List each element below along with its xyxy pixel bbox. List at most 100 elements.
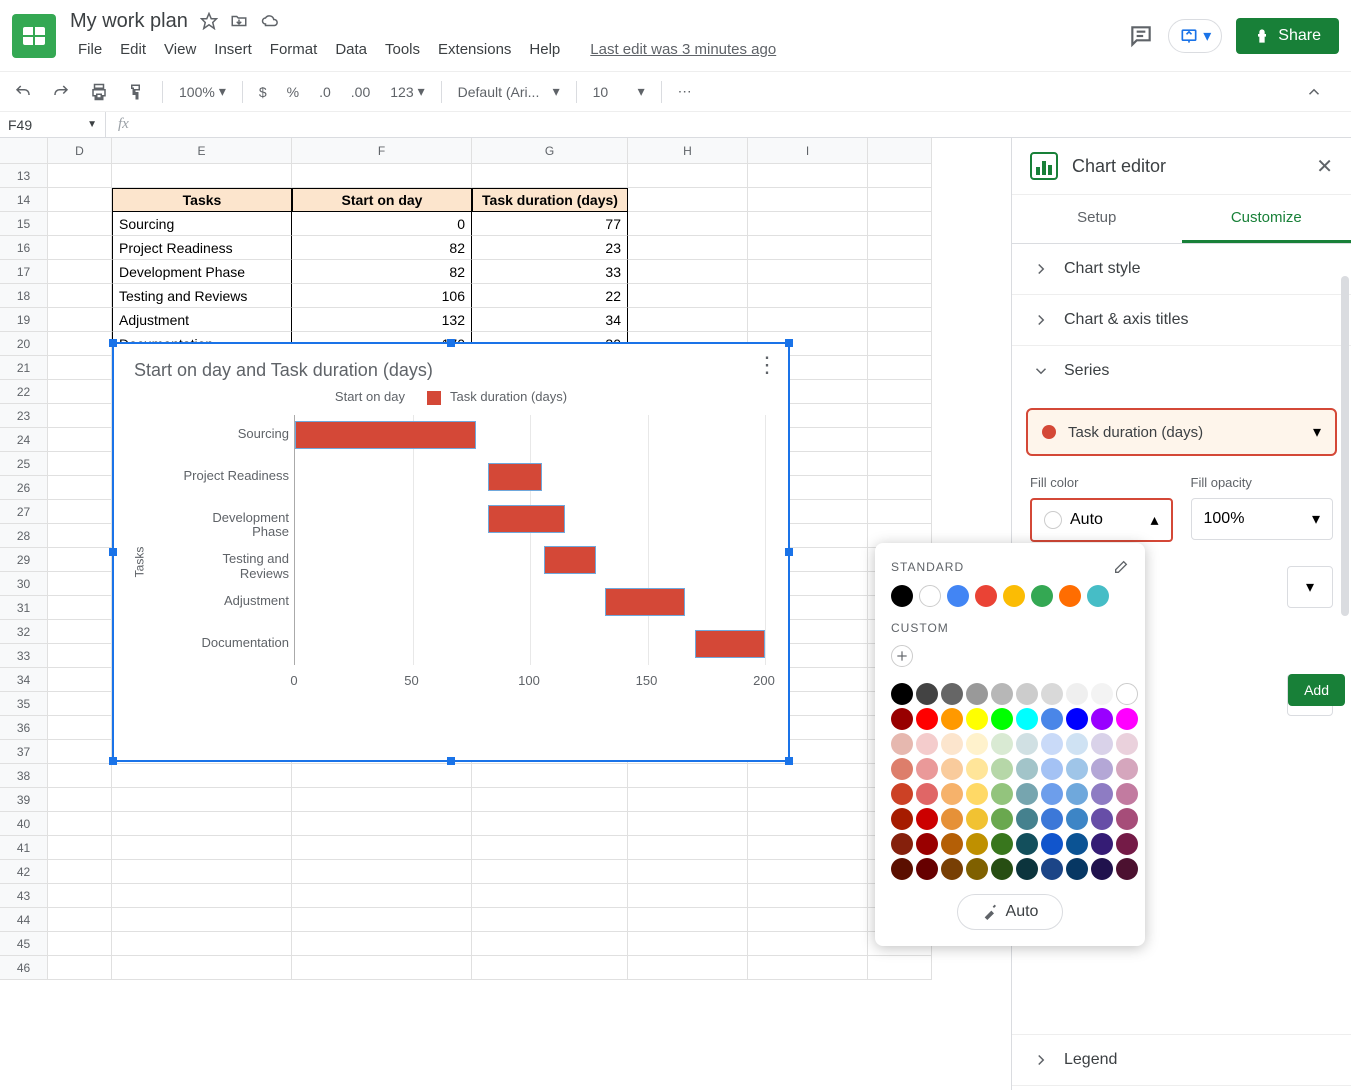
resize-handle[interactable] xyxy=(785,757,793,765)
cell[interactable] xyxy=(868,356,932,380)
cell[interactable] xyxy=(868,380,932,404)
undo-icon[interactable] xyxy=(10,79,36,105)
color-swatch[interactable] xyxy=(1116,783,1138,805)
menu-view[interactable]: View xyxy=(156,37,204,62)
cell[interactable] xyxy=(748,164,868,188)
cell[interactable] xyxy=(112,836,292,860)
menu-format[interactable]: Format xyxy=(262,37,326,62)
color-swatch[interactable] xyxy=(1041,708,1063,730)
cell[interactable] xyxy=(48,644,112,668)
cell[interactable] xyxy=(292,908,472,932)
cell-duration[interactable]: 34 xyxy=(472,308,628,332)
row-header[interactable]: 44 xyxy=(0,908,48,932)
name-box[interactable]: F49▼ xyxy=(0,112,106,137)
row-header[interactable]: 19 xyxy=(0,308,48,332)
color-swatch[interactable] xyxy=(891,708,913,730)
cell[interactable] xyxy=(48,740,112,764)
cell[interactable] xyxy=(748,836,868,860)
cell[interactable] xyxy=(48,356,112,380)
menu-extensions[interactable]: Extensions xyxy=(430,37,519,62)
cell[interactable] xyxy=(48,548,112,572)
color-swatch[interactable] xyxy=(1041,858,1063,880)
scrollbar-thumb[interactable] xyxy=(1341,276,1349,616)
color-swatch[interactable] xyxy=(916,733,938,755)
fill-opacity-dropdown[interactable]: 100% ▾ xyxy=(1191,498,1334,540)
chart-bar[interactable] xyxy=(295,421,476,449)
decrease-decimal[interactable]: .0 xyxy=(315,80,335,104)
cell[interactable] xyxy=(292,932,472,956)
cell[interactable] xyxy=(868,164,932,188)
color-swatch[interactable] xyxy=(1091,708,1113,730)
color-swatch[interactable] xyxy=(991,733,1013,755)
cloud-status-icon[interactable] xyxy=(260,12,280,30)
color-swatch[interactable] xyxy=(916,758,938,780)
cell[interactable] xyxy=(748,932,868,956)
cell-duration[interactable]: 33 xyxy=(472,260,628,284)
cell[interactable] xyxy=(292,812,472,836)
close-icon[interactable]: ✕ xyxy=(1316,154,1333,179)
cell[interactable] xyxy=(48,308,112,332)
format-percent[interactable]: % xyxy=(283,80,303,104)
color-swatch[interactable] xyxy=(891,585,913,607)
color-swatch[interactable] xyxy=(991,783,1013,805)
cell-start[interactable]: 106 xyxy=(292,284,472,308)
row-header[interactable]: 43 xyxy=(0,884,48,908)
cell[interactable] xyxy=(48,284,112,308)
redo-icon[interactable] xyxy=(48,79,74,105)
color-swatch[interactable] xyxy=(919,585,941,607)
cell[interactable] xyxy=(48,380,112,404)
row-header[interactable]: 28 xyxy=(0,524,48,548)
color-swatch[interactable] xyxy=(991,683,1013,705)
row-header[interactable]: 27 xyxy=(0,500,48,524)
color-swatch[interactable] xyxy=(1116,858,1138,880)
column-header[interactable]: H xyxy=(628,138,748,164)
menu-help[interactable]: Help xyxy=(521,37,568,62)
color-swatch[interactable] xyxy=(947,585,969,607)
color-swatch[interactable] xyxy=(916,683,938,705)
cell-task[interactable]: Testing and Reviews xyxy=(112,284,292,308)
color-swatch[interactable] xyxy=(1066,858,1088,880)
color-swatch[interactable] xyxy=(941,858,963,880)
color-swatch[interactable] xyxy=(1016,683,1038,705)
cell[interactable] xyxy=(868,500,932,524)
section-legend[interactable]: Legend xyxy=(1012,1034,1351,1086)
color-swatch[interactable] xyxy=(916,808,938,830)
column-header[interactable] xyxy=(868,138,932,164)
cell[interactable] xyxy=(628,884,748,908)
cell[interactable] xyxy=(48,524,112,548)
cell[interactable] xyxy=(472,884,628,908)
row-header[interactable]: 37 xyxy=(0,740,48,764)
cell[interactable] xyxy=(472,860,628,884)
series-selector[interactable]: Task duration (days) ▾ xyxy=(1026,408,1337,456)
column-header[interactable]: F xyxy=(292,138,472,164)
print-icon[interactable] xyxy=(86,79,112,105)
cell-start[interactable]: 132 xyxy=(292,308,472,332)
cell[interactable] xyxy=(628,908,748,932)
cell[interactable] xyxy=(292,884,472,908)
color-swatch[interactable] xyxy=(941,733,963,755)
resize-handle[interactable] xyxy=(785,548,793,556)
cell[interactable] xyxy=(48,188,112,212)
resize-handle[interactable] xyxy=(785,339,793,347)
row-header[interactable]: 26 xyxy=(0,476,48,500)
cell[interactable] xyxy=(628,932,748,956)
color-swatch[interactable] xyxy=(1116,733,1138,755)
row-header[interactable]: 13 xyxy=(0,164,48,188)
color-swatch[interactable] xyxy=(991,758,1013,780)
last-edit-link[interactable]: Last edit was 3 minutes ago xyxy=(582,37,784,62)
cell[interactable] xyxy=(748,860,868,884)
cell[interactable] xyxy=(48,404,112,428)
color-swatch[interactable] xyxy=(1041,758,1063,780)
chart-bar[interactable] xyxy=(605,588,685,616)
section-chart-style[interactable]: Chart style xyxy=(1012,244,1351,295)
color-swatch[interactable] xyxy=(1016,758,1038,780)
row-header[interactable]: 39 xyxy=(0,788,48,812)
section-chart-axis-titles[interactable]: Chart & axis titles xyxy=(1012,295,1351,346)
color-swatch[interactable] xyxy=(1066,783,1088,805)
cell[interactable] xyxy=(748,812,868,836)
star-icon[interactable] xyxy=(200,12,218,30)
column-header[interactable]: E xyxy=(112,138,292,164)
chart-menu-icon[interactable]: ⋮ xyxy=(756,352,778,378)
cell[interactable] xyxy=(472,764,628,788)
sheets-logo-icon[interactable] xyxy=(12,14,56,58)
